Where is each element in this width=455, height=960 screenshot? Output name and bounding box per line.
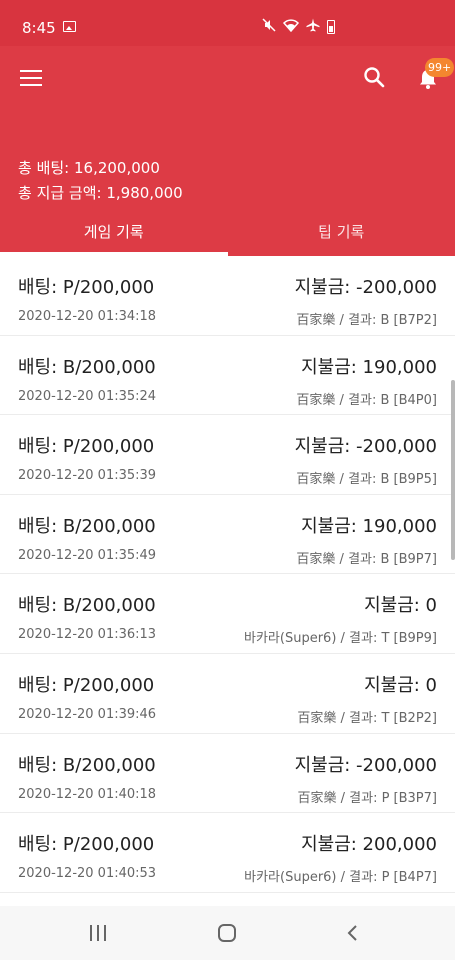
wifi-icon <box>282 18 300 36</box>
list-item[interactable]: 배팅: P/200,000 지불금: 200,000 2020-12-20 01… <box>0 813 455 893</box>
status-time: 8:45 <box>22 19 56 37</box>
payout-amount: 지불금: 190,000 <box>301 515 437 537</box>
record-detail: 百家樂 / 결과: B [B7P2] <box>296 313 437 328</box>
bet-amount: 배팅: P/200,000 <box>18 277 155 298</box>
payout-amount: 지불금: 0 <box>364 674 437 696</box>
total-bet: 총 배팅: 16,200,000 <box>18 159 160 177</box>
list-item[interactable]: 배팅: B/200,000 지불금: 190,000 2020-12-20 01… <box>0 336 455 416</box>
record-detail: 바카라(Super6) / 결과: P [B4P7] <box>244 870 437 886</box>
list-item[interactable]: 배팅: B/200,000 지불금: 0 2020-12-20 01:36:13… <box>0 574 455 654</box>
payout-amount: 지불금: 0 <box>364 595 437 617</box>
record-list: 배팅: P/200,000 지불금: -200,000 2020-12-20 0… <box>0 256 455 893</box>
tab-bar: 게임 기록 팁 기록 <box>0 216 455 256</box>
back-icon[interactable] <box>343 923 363 943</box>
list-item[interactable]: 배팅: P/200,000 지불금: 0 2020-12-20 01:39:46… <box>0 654 455 734</box>
record-time: 2020-12-20 01:34:18 <box>18 309 157 324</box>
record-time: 2020-12-20 01:40:18 <box>18 786 157 802</box>
record-time: 2020-12-20 01:35:49 <box>18 547 157 563</box>
summary: 총 배팅: 16,200,000 총 지급 금액: 1,980,000 <box>18 156 183 206</box>
payout-amount: 지불금: 190,000 <box>301 356 437 378</box>
recents-icon[interactable] <box>90 925 108 941</box>
bet-amount: 배팅: B/200,000 <box>18 754 156 776</box>
record-time: 2020-12-20 01:35:24 <box>18 388 157 404</box>
list-item[interactable]: 배팅: P/200,000 지불금: -200,000 2020-12-20 0… <box>0 415 455 495</box>
record-time: 2020-12-20 01:39:46 <box>18 706 157 722</box>
home-icon[interactable] <box>218 924 236 942</box>
tab-tip-records[interactable]: 팁 기록 <box>228 216 455 256</box>
total-payout: 총 지급 금액: 1,980,000 <box>18 184 183 202</box>
record-detail: 百家樂 / 결과: B [B9P5] <box>296 472 437 488</box>
record-detail: 百家樂 / 결과: B [B4P0] <box>296 392 437 408</box>
list-item[interactable]: 배팅: B/200,000 지불금: -200,000 2020-12-20 0… <box>0 734 455 814</box>
scrollbar[interactable] <box>451 380 455 560</box>
payout-amount: 지불금: -200,000 <box>294 754 437 776</box>
bet-amount: 배팅: P/200,000 <box>18 436 155 458</box>
record-time: 2020-12-20 01:40:53 <box>18 866 157 882</box>
record-detail: 百家樂 / 결과: P [B3P7] <box>297 790 438 806</box>
payout-amount: 지불금: 200,000 <box>301 834 437 856</box>
list-item[interactable]: 배팅: P/200,000 지불금: -200,000 2020-12-20 0… <box>0 256 455 336</box>
search-icon[interactable] <box>363 66 385 88</box>
record-time: 2020-12-20 01:36:13 <box>18 627 157 643</box>
status-bar: 8:45 <box>0 0 455 46</box>
mute-icon <box>262 18 276 36</box>
record-time: 2020-12-20 01:35:39 <box>18 468 157 484</box>
payout-amount: 지불금: -200,000 <box>294 277 437 298</box>
bet-amount: 배팅: P/200,000 <box>18 674 155 696</box>
bet-amount: 배팅: B/200,000 <box>18 515 156 537</box>
bet-amount: 배팅: B/200,000 <box>18 595 156 617</box>
payout-amount: 지불금: -200,000 <box>294 436 437 458</box>
battery-icon <box>327 20 335 34</box>
system-nav-bar <box>0 906 455 960</box>
tab-game-records[interactable]: 게임 기록 <box>0 216 228 256</box>
gallery-icon <box>63 21 76 32</box>
notification-badge: 99+ <box>425 58 455 77</box>
list-item[interactable]: 배팅: B/200,000 지불금: 190,000 2020-12-20 01… <box>0 495 455 575</box>
bet-amount: 배팅: B/200,000 <box>18 356 156 378</box>
record-detail: 百家樂 / 결과: B [B9P7] <box>296 551 437 567</box>
bet-amount: 배팅: P/200,000 <box>18 834 155 856</box>
record-detail: 바카라(Super6) / 결과: T [B9P9] <box>244 631 437 647</box>
app-bar: 99+ 총 배팅: 16,200,000 총 지급 금액: 1,980,000 … <box>0 46 455 256</box>
menu-icon[interactable] <box>20 70 42 86</box>
airplane-icon <box>306 18 320 36</box>
record-detail: 百家樂 / 결과: T [B2P2] <box>297 710 437 726</box>
status-icons <box>262 18 335 36</box>
